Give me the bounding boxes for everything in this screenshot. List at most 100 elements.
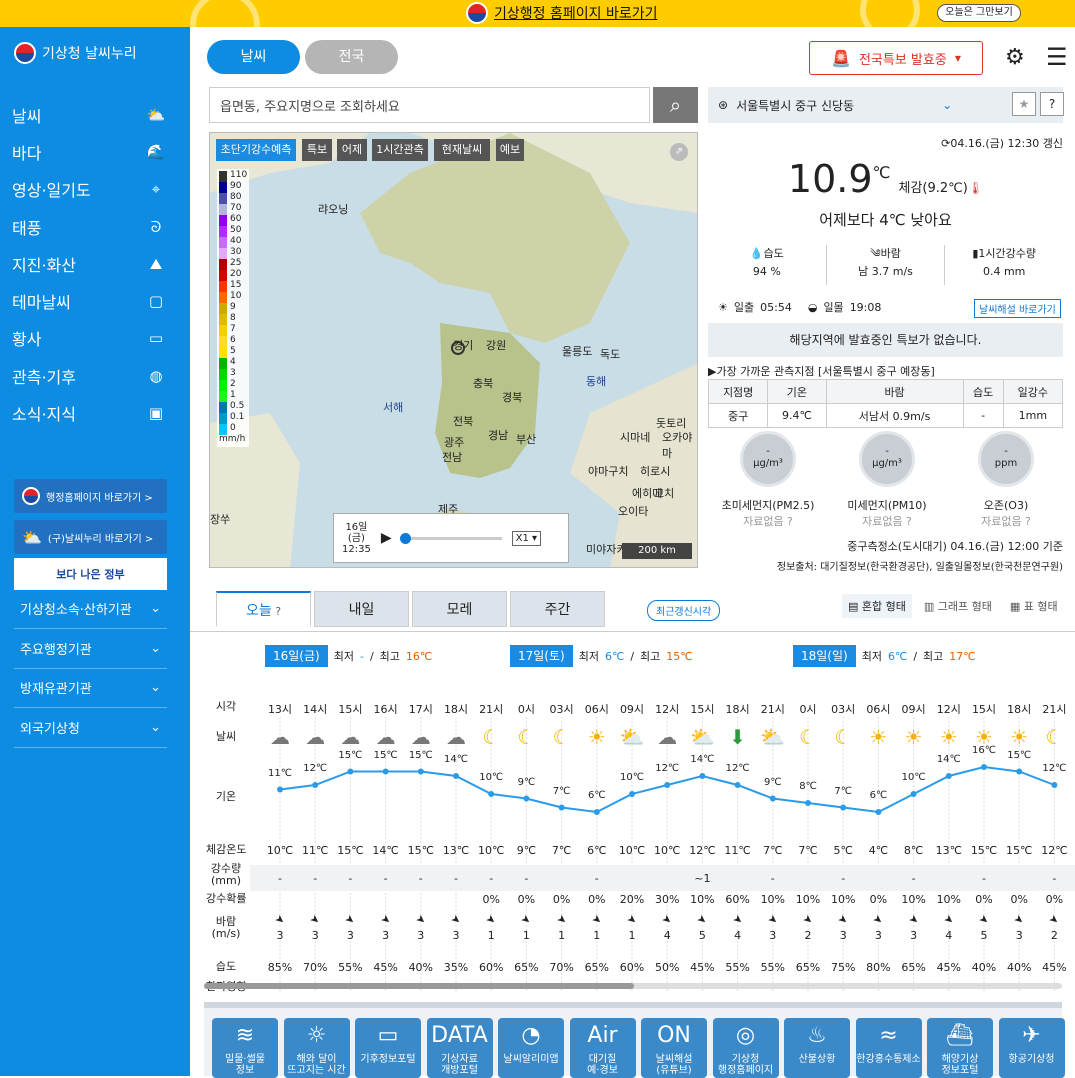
help-icon[interactable]: ?	[1040, 92, 1064, 116]
location-selector[interactable]: ⊛ 서울특별시 중구 신당동 ⌄ ★ ?	[708, 87, 1064, 123]
map-layer-button[interactable]: 예보	[496, 139, 524, 161]
search-button[interactable]: ⌕	[653, 87, 698, 123]
forecast-tab[interactable]: 모레	[412, 591, 507, 627]
tab-national[interactable]: 전국	[305, 40, 398, 74]
external-link-icon[interactable]: ⇗	[670, 143, 688, 161]
dismiss-today-button[interactable]: 오늘은 그만보기	[937, 4, 1021, 22]
quick-link-tile[interactable]: ☼ 해와 달이 뜨고지는 시간	[283, 1018, 350, 1078]
national-alert-dropdown[interactable]: 🚨 전국특보 발효중 ▼	[809, 41, 983, 75]
hour-label: 15시	[690, 703, 715, 716]
old-site-link[interactable]: ⛅ (구)날씨누리 바로가기 >	[14, 520, 167, 554]
menu-item[interactable]: 관측·기후 ◍	[12, 357, 167, 394]
horizontal-scrollbar[interactable]	[204, 983, 1062, 989]
feels-value: 15℃	[407, 844, 434, 857]
menu-item[interactable]: 테마날씨 ▢	[12, 282, 167, 319]
radar-map[interactable]: 110 90 80 70 60 50 40 30 25 20 15 10 9 8 7 6 5 4 3 2 1 0.5 0.1…	[209, 132, 698, 568]
banner-text[interactable]: 기상행정 홈페이지 바로가기	[494, 3, 657, 23]
map-layer-button[interactable]: 초단기강수예측	[216, 139, 296, 161]
quick-link-tile[interactable]: Air 대기질 예·경보	[569, 1018, 636, 1078]
legend-label: 7	[230, 324, 236, 334]
chevron-down-icon[interactable]: ⌄	[942, 98, 952, 112]
divider	[190, 631, 1075, 632]
agency-dropdown[interactable]: 기상청소속·산하기관 ⌄	[14, 589, 167, 629]
map-layer-button[interactable]: 어제	[337, 139, 367, 161]
forecast-tab[interactable]: 주간	[510, 591, 605, 627]
map-layer-button[interactable]: 현재날씨	[434, 139, 490, 161]
humidity-value: 70%	[302, 961, 328, 974]
humidity-value: 55%	[338, 961, 363, 974]
slider-handle[interactable]	[399, 532, 411, 544]
obs-header: 지점명	[707, 379, 769, 404]
sun-icon: ☀	[587, 725, 606, 749]
temp-point	[488, 791, 495, 797]
commentary-button[interactable]: 날씨해설 바로가기	[974, 299, 1061, 318]
wind-label: 바람	[880, 247, 901, 260]
help-icon[interactable]: ?	[784, 515, 793, 528]
view-icon: ▦	[1009, 600, 1024, 613]
agency-dropdown[interactable]: 방재유관기관 ⌄	[14, 668, 167, 708]
obs-header: 바람	[825, 379, 964, 404]
help-icon[interactable]: ?	[903, 515, 912, 528]
row-label: 날씨	[215, 730, 237, 743]
help-icon[interactable]: ?	[272, 605, 281, 618]
site-logo[interactable]: 기상청 날씨누리	[14, 42, 137, 64]
menu-item[interactable]: 소식·지식 ▣	[12, 394, 167, 431]
quick-link-tile[interactable]: ◎ 기상청 행정홈페이지	[712, 1018, 779, 1078]
min-temp: 6℃	[887, 649, 908, 663]
menu-item[interactable]: 지진·화산 ⛰	[12, 245, 167, 282]
view-option[interactable]: ▦ 표 형태	[1004, 594, 1064, 618]
chevron-down-icon: ⌄	[150, 601, 161, 616]
row-label: 체감온도	[206, 843, 247, 856]
precip-value: -	[524, 872, 529, 885]
menu-item[interactable]: 바다 🌊	[12, 133, 167, 170]
sun-cloud-icon: ⛅	[22, 527, 42, 547]
banner-link[interactable]: 기상행정 홈페이지 바로가기	[466, 2, 657, 24]
tab-weather[interactable]: 날씨	[207, 40, 300, 74]
view-icon: ▤	[848, 600, 862, 613]
legend-swatch	[219, 281, 227, 292]
quick-link-tile[interactable]: ◔ 날씨알리미앱	[498, 1018, 564, 1078]
quick-link-tile[interactable]: ≈ 한강홍수통제소	[855, 1018, 922, 1078]
feels-value: 12℃	[689, 844, 716, 857]
recent-update-button[interactable]: 최근갱신시각	[647, 600, 721, 621]
menu-item[interactable]: 황사 ▭	[12, 320, 167, 357]
prob-value: 10%	[936, 893, 962, 906]
gear-icon[interactable]: ⚙	[1005, 45, 1025, 70]
agency-dropdown[interactable]: 외국기상청 ⌄	[14, 708, 167, 748]
menu-label: 태풍	[12, 218, 42, 238]
tile-icon: ON	[657, 1023, 691, 1048]
view-option[interactable]: ▤ 혼합 형태	[842, 594, 912, 618]
quick-link-tile[interactable]: ▭ 기후정보포털	[355, 1018, 421, 1078]
menu-item[interactable]: 날씨 ⛅	[12, 96, 167, 133]
star-icon[interactable]: ★	[1012, 92, 1036, 116]
help-icon[interactable]: ?	[1022, 515, 1031, 528]
forecast-tab[interactable]: 오늘 ?	[216, 591, 311, 627]
quick-link-tile[interactable]: DATA 기상자료 개방포털	[426, 1018, 493, 1078]
quick-link-tile[interactable]: ON 날씨해설 (유튜브)	[641, 1018, 707, 1078]
speed-select[interactable]: X1 ▾	[511, 530, 542, 546]
map-layer-button[interactable]: 특보	[302, 139, 332, 161]
quick-link-tile[interactable]: ⛴ 해양기상 정보포털	[927, 1018, 993, 1078]
chevron-down-icon: ⌄	[150, 680, 161, 695]
hour-label: 21시	[760, 703, 785, 716]
legend-label: 0.1	[230, 412, 245, 422]
humidity-value: 85%	[267, 961, 293, 974]
better-government-banner[interactable]: 보다 나은 정부	[14, 558, 167, 590]
forecast-tab[interactable]: 내일	[314, 591, 409, 627]
menu-item[interactable]: 태풍 ᘐ	[12, 208, 167, 245]
view-option[interactable]: ▥ 그래프 형태	[918, 594, 998, 618]
quick-link-tile[interactable]: ✈ 항공기상청	[998, 1018, 1065, 1078]
map-layer-button[interactable]: 1시간관측	[372, 139, 428, 161]
legend-swatch	[219, 193, 227, 204]
timeline-slider[interactable]	[399, 532, 502, 544]
play-icon[interactable]: ▶	[381, 530, 392, 546]
scrollbar-thumb[interactable]	[204, 983, 634, 989]
menu-item[interactable]: 영상·일기도 ⌖	[12, 171, 167, 208]
refresh-icon[interactable]: ⟳	[941, 137, 950, 150]
search-input[interactable]: 읍면동, 주요지명으로 조회하세요	[209, 87, 650, 123]
quick-link-tile[interactable]: ♨ 산불상황	[784, 1018, 850, 1078]
agency-dropdown[interactable]: 주요행정기관 ⌄	[14, 629, 167, 669]
hamburger-menu-icon[interactable]: ☰	[1046, 43, 1068, 71]
admin-homepage-link[interactable]: 행정홈페이지 바로가기 >	[14, 479, 167, 513]
quick-link-tile[interactable]: ≋ 밀물·썰물 정보	[212, 1018, 278, 1078]
